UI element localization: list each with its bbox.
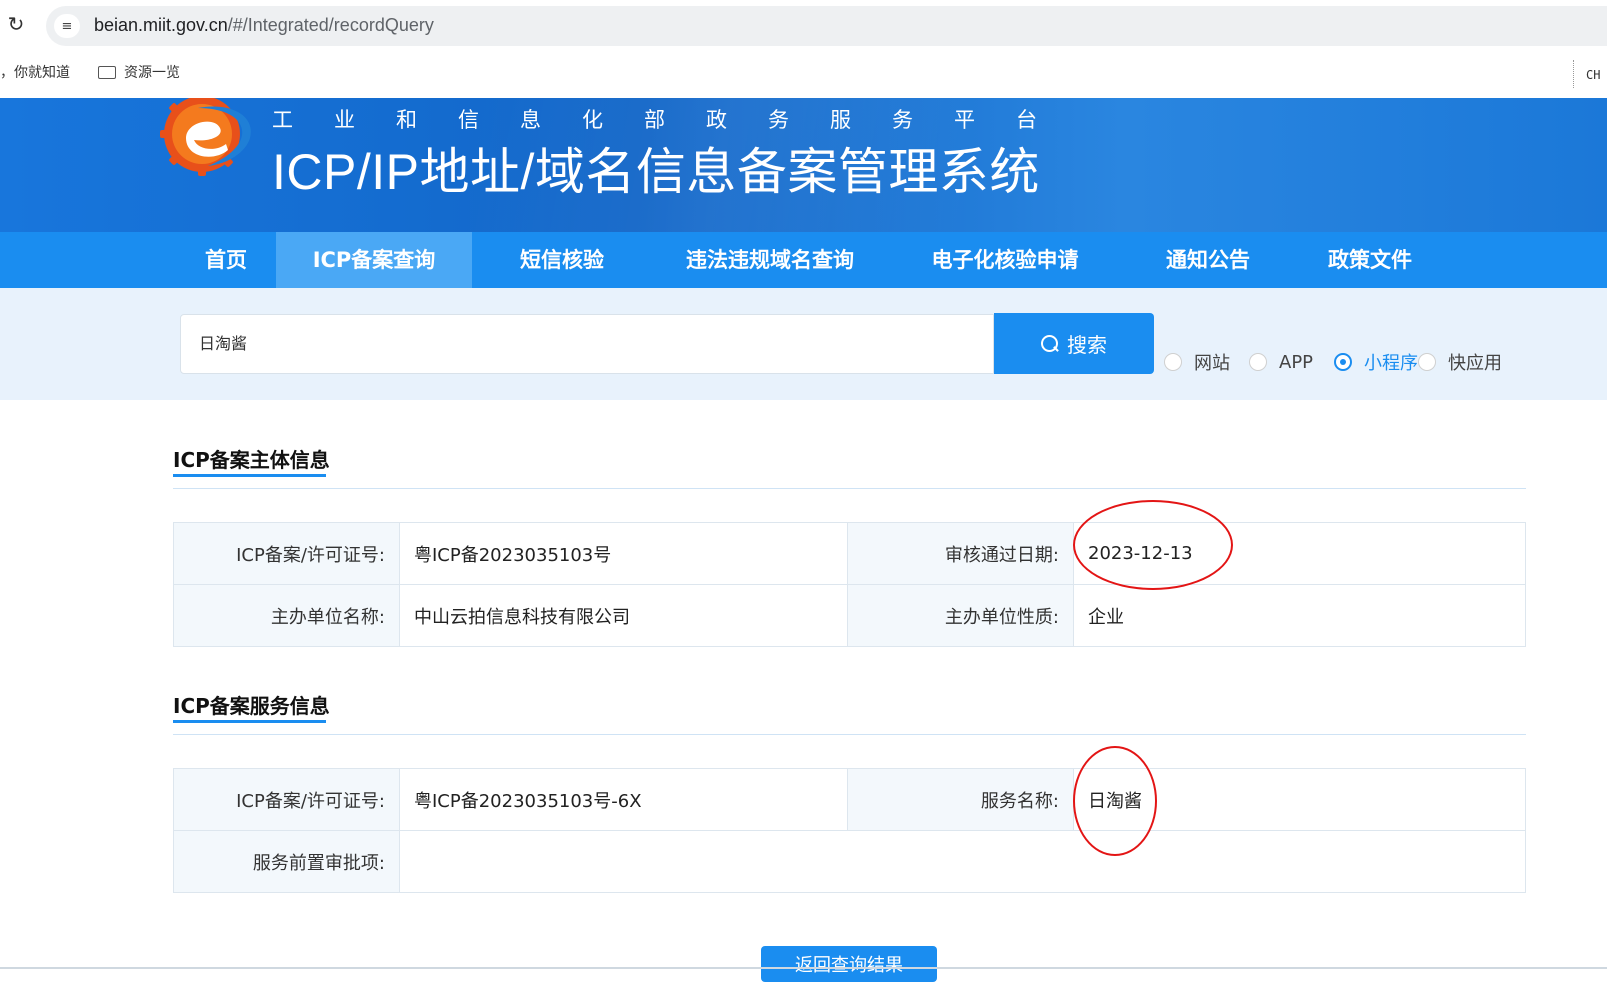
- service-license-label: ICP备案/许可证号:: [173, 768, 400, 831]
- nav-item-sms-verify[interactable]: 短信核验: [496, 232, 628, 288]
- service-license-value: 粤ICP备2023035103号-6X: [399, 768, 848, 831]
- system-title: ICP/IP地址/域名信息备案管理系统: [272, 144, 1040, 200]
- url-path: /#/Integrated/recordQuery: [227, 15, 434, 35]
- radio-mini-program[interactable]: 小程序: [1334, 351, 1418, 374]
- license-value: 粤ICP备2023035103号: [399, 522, 848, 585]
- radio-website[interactable]: 网站: [1164, 351, 1230, 374]
- main-nav: 首页 ICP备案查询 短信核验 违法违规域名查询 电子化核验申请 通知公告 政策…: [0, 232, 1607, 288]
- service-info-heading: ICP备案服务信息: [173, 694, 330, 718]
- url-text: beian.miit.gov.cn/#/Integrated/recordQue…: [94, 15, 434, 36]
- search-button[interactable]: 搜索: [994, 313, 1154, 374]
- site-info-icon[interactable]: ≡: [54, 14, 80, 38]
- folder-icon: [98, 66, 116, 79]
- table-row: ICP备案/许可证号: 粤ICP备2023035103号-6X 服务名称: 日淘…: [173, 768, 1526, 831]
- url-field[interactable]: ≡ beian.miit.gov.cn/#/Integrated/recordQ…: [46, 6, 1607, 46]
- org-name-value: 中山云拍信息科技有限公司: [399, 584, 848, 647]
- search-button-label: 搜索: [1067, 333, 1107, 357]
- radio-icon: [1164, 353, 1182, 371]
- license-label: ICP备案/许可证号:: [173, 522, 400, 585]
- org-type-label: 主办单位性质:: [847, 584, 1074, 647]
- search-icon: [1041, 334, 1059, 353]
- section-divider: [173, 734, 1526, 735]
- site-header: 工业和信息化部政务服务平台 ICP/IP地址/域名信息备案管理系统: [0, 98, 1607, 232]
- annotation-circle-service-name: [1073, 746, 1157, 856]
- nav-item-policies[interactable]: 政策文件: [1310, 232, 1430, 288]
- bookmark-item[interactable]: ，你就知道: [0, 62, 70, 82]
- table-row: ICP备案/许可证号: 粤ICP备2023035103号 审核通过日期: 202…: [173, 522, 1526, 585]
- pre-approval-value: [399, 830, 1526, 893]
- subject-info-table: ICP备案/许可证号: 粤ICP备2023035103号 审核通过日期: 202…: [173, 522, 1526, 647]
- pre-approval-label: 服务前置审批项:: [173, 830, 400, 893]
- search-area: 日淘酱 搜索 网站 APP 小程序 快应用: [0, 288, 1607, 400]
- bookmarks-bar: ，你就知道 资源一览 CH: [0, 52, 1607, 92]
- nav-item-illegal-domain[interactable]: 违法违规域名查询: [660, 232, 880, 288]
- subject-info-heading: ICP备案主体信息: [173, 448, 330, 472]
- radio-icon: [1249, 353, 1267, 371]
- nav-item-notices[interactable]: 通知公告: [1148, 232, 1268, 288]
- heading-underline: [173, 474, 326, 477]
- platform-name: 工业和信息化部政务服务平台: [272, 108, 1078, 132]
- bookmark-folder[interactable]: 资源一览: [98, 62, 180, 82]
- nav-item-home[interactable]: 首页: [176, 232, 276, 288]
- reload-icon[interactable]: ↻: [4, 12, 28, 36]
- annotation-circle-date: [1073, 500, 1233, 590]
- radio-app[interactable]: APP: [1249, 351, 1313, 373]
- heading-underline: [173, 720, 326, 723]
- radio-quick-app[interactable]: 快应用: [1418, 351, 1502, 374]
- radio-label: APP: [1279, 351, 1314, 373]
- radio-icon: [1418, 353, 1436, 371]
- service-info-table: ICP备案/许可证号: 粤ICP备2023035103号-6X 服务名称: 日淘…: [173, 768, 1526, 893]
- nav-item-icp-query[interactable]: ICP备案查询: [276, 232, 472, 288]
- section-divider: [173, 488, 1526, 489]
- bookmark-folder-label: 资源一览: [124, 65, 180, 81]
- url-host: beian.miit.gov.cn: [94, 15, 228, 35]
- browser-address-bar: ↻ ≡ beian.miit.gov.cn/#/Integrated/recor…: [0, 0, 1607, 52]
- org-name-label: 主办单位名称:: [173, 584, 400, 647]
- org-type-value: 企业: [1073, 584, 1526, 647]
- search-input[interactable]: 日淘酱: [180, 314, 994, 374]
- back-to-results-button[interactable]: 返回查询结果: [761, 946, 937, 982]
- radio-label: 小程序: [1364, 353, 1418, 374]
- radio-checked-icon: [1334, 353, 1352, 371]
- extension-label[interactable]: CH: [1573, 60, 1607, 88]
- table-row: 主办单位名称: 中山云拍信息科技有限公司 主办单位性质: 企业: [173, 584, 1526, 647]
- table-row: 服务前置审批项:: [173, 830, 1526, 893]
- radio-label: 快应用: [1448, 353, 1502, 374]
- nav-item-e-verify[interactable]: 电子化核验申请: [910, 232, 1100, 288]
- approve-date-label: 审核通过日期:: [847, 522, 1074, 585]
- radio-label: 网站: [1194, 353, 1230, 374]
- service-name-label: 服务名称:: [847, 768, 1074, 831]
- miit-logo-icon: [160, 98, 251, 176]
